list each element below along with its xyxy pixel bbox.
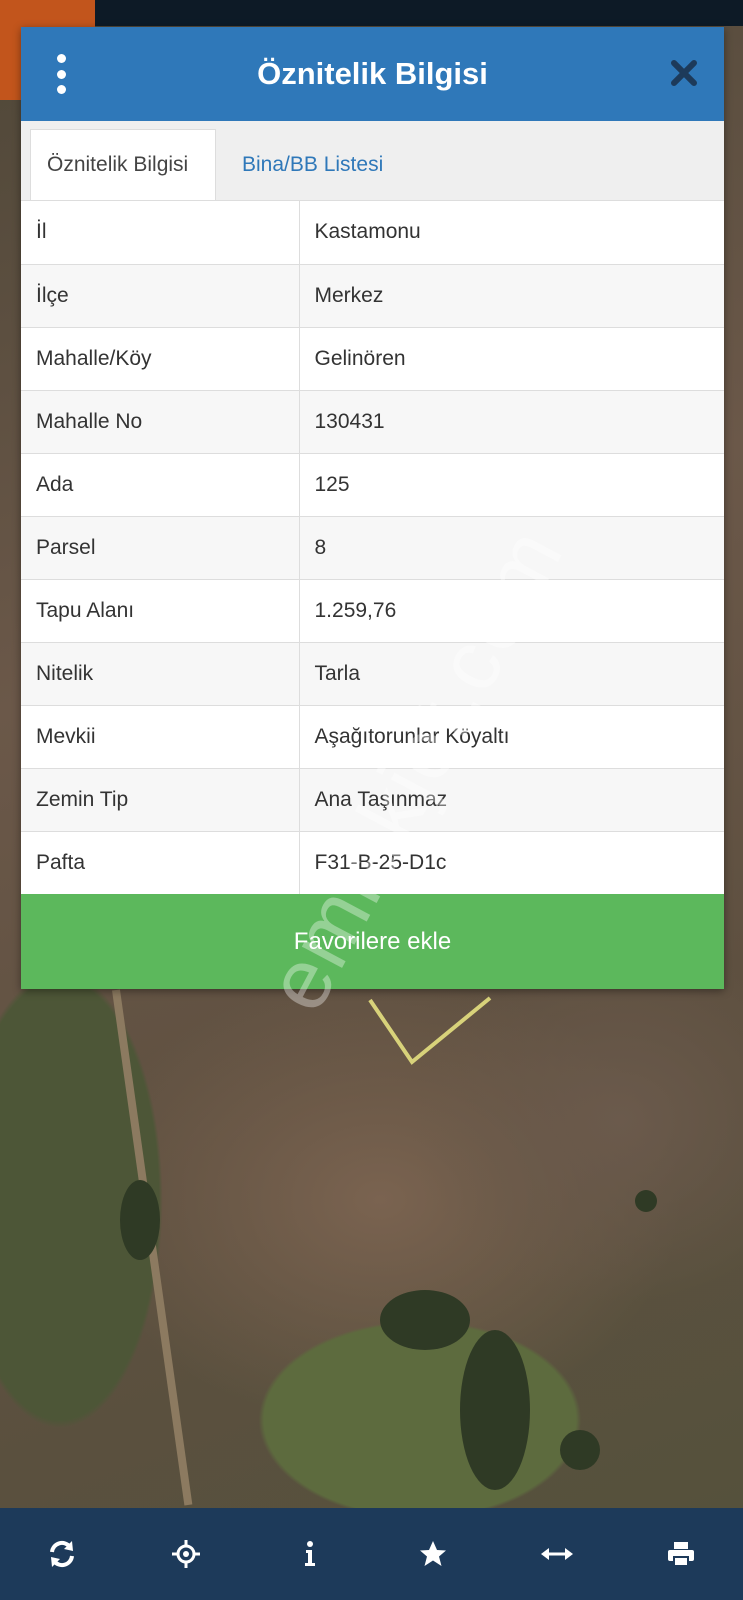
map-tree-cluster [120,1180,160,1260]
attribute-key: Mevkii [21,705,300,769]
table-row: Zemin Tip Ana Taşınmaz [21,768,724,832]
attribute-value: 130431 [299,390,724,454]
info-icon [304,1541,315,1566]
locate-button[interactable] [156,1524,216,1584]
map-tree-cluster [380,1290,470,1350]
attribute-key: Parsel [21,516,300,580]
map-tree-cluster [560,1430,600,1470]
attribute-value: 1.259,76 [299,579,724,643]
attribute-key: Pafta [21,831,300,894]
map-tree-cluster [460,1330,530,1490]
attribute-value: Ana Taşınmaz [299,768,724,832]
attribute-value: Aşağıtorunlar Köyaltı [299,705,724,769]
table-row: Mahalle No 130431 [21,390,724,454]
attribute-value: 125 [299,453,724,517]
refresh-icon [49,1540,74,1568]
attribute-key: Mahalle/Köy [21,327,300,391]
table-row: Mahalle/Köy Gelinören [21,327,724,391]
attribute-value: F31-B-25-D1c [314,850,447,874]
attribute-key: Zemin Tip [21,768,300,832]
tab-building-list[interactable]: Bina/BB Listesi [226,129,399,200]
table-row: Tapu Alanı 1.259,76 [21,579,724,643]
table-row: İl Kastamonu [21,201,724,265]
table-row: Parsel 8 [21,516,724,580]
tab-attribute-info[interactable]: Öznitelik Bilgisi [30,129,216,200]
attribute-key: Ada [21,453,300,517]
attribute-key: Tapu Alanı [21,579,300,643]
attribute-value: Kastamonu [299,201,724,265]
dialog-title: Öznitelik Bilgisi [257,56,488,91]
more-vertical-icon[interactable] [51,54,71,94]
attribute-key: İlçe [21,264,300,328]
table-row: Pafta F31-B-25-D1c [21,831,724,894]
table-row: İlçe Merkez [21,264,724,328]
print-button[interactable] [651,1524,711,1584]
table-row: Nitelik Tarla [21,642,724,706]
close-icon[interactable] [666,55,702,91]
star-icon [420,1541,447,1566]
attribute-value: Merkez [299,264,724,328]
tab-bar: Öznitelik Bilgisi Bina/BB Listesi [21,121,724,201]
dialog-header: Öznitelik Bilgisi [21,27,724,121]
table-row: Mevkii Aşağıtorunlar Köyaltı [21,705,724,769]
attribute-value: 8 [299,516,724,580]
attribute-table: İl Kastamonu İlçe Merkez Mahalle/Köy Gelinö… [21,201,724,894]
favorites-button[interactable] [403,1524,463,1584]
attribute-key: Nitelik [21,642,300,706]
attribute-dialog: Öznitelik Bilgisi Öznitelik Bilgisi Bina… [21,27,724,989]
refresh-button[interactable] [32,1524,92,1584]
table-row: Ada 125 [21,453,724,517]
attribute-value: Tarla [299,642,724,706]
measure-button[interactable] [527,1524,587,1584]
print-icon [668,1542,695,1567]
add-to-favorites-button[interactable]: Favorilere ekle [21,894,724,989]
attribute-key: İl [21,201,300,265]
crosshair-icon [171,1540,200,1568]
measure-icon [541,1548,574,1560]
attribute-key: Mahalle No [21,390,300,454]
info-button[interactable] [280,1524,340,1584]
attribute-value: Gelinören [299,327,724,391]
bottom-toolbar [0,1508,743,1600]
map-tree-cluster [635,1190,657,1212]
